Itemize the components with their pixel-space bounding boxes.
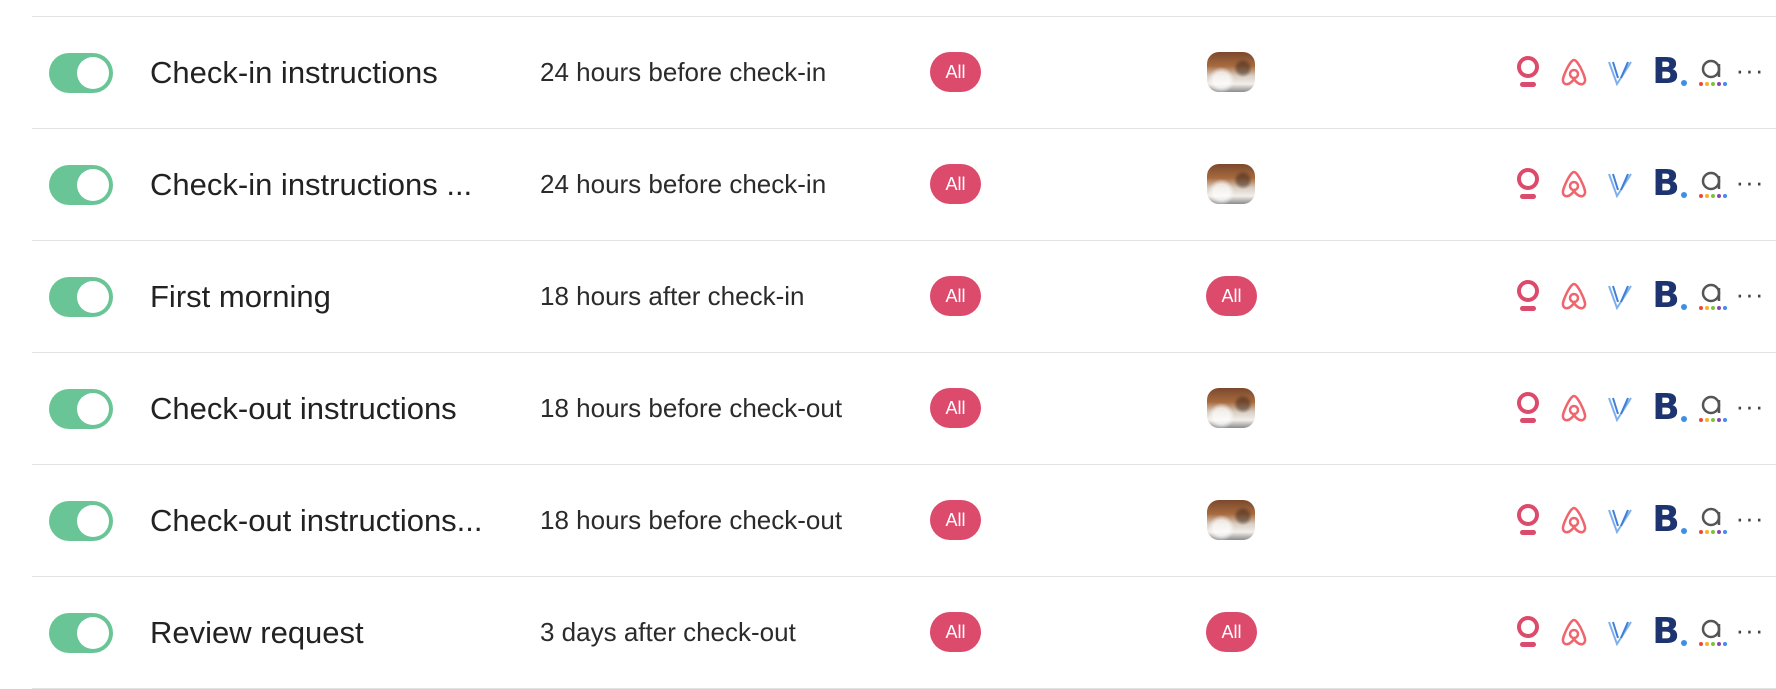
message-title[interactable]: Check-in instructions xyxy=(150,17,510,128)
direct-booking-icon xyxy=(1512,166,1544,202)
audience-badge[interactable]: All xyxy=(930,276,981,316)
table-row: Check-out instructions 18 hours before c… xyxy=(32,353,1776,465)
enable-toggle[interactable] xyxy=(49,501,113,541)
toggle-knob xyxy=(77,505,109,537)
audience-badge[interactable]: All xyxy=(930,612,981,652)
agoda-icon xyxy=(1696,390,1728,426)
table-row: Check-in instructions 24 hours before ch… xyxy=(32,17,1776,129)
booking-com-icon: B xyxy=(1650,278,1687,314)
channel-icons: B xyxy=(1512,498,1728,542)
message-title[interactable]: First morning xyxy=(150,241,510,352)
agoda-icon xyxy=(1696,614,1728,650)
message-title[interactable]: Review request xyxy=(150,577,510,688)
toggle-knob xyxy=(77,281,109,313)
vrbo-icon xyxy=(1604,502,1636,538)
message-timing: 24 hours before check-in xyxy=(540,169,827,199)
vrbo-icon xyxy=(1604,614,1636,650)
agoda-icon xyxy=(1696,502,1728,538)
message-timing: 3 days after check-out xyxy=(540,617,796,647)
table-row: First morning 18 hours after check-in Al… xyxy=(32,241,1776,353)
more-options-button[interactable]: ··· xyxy=(1732,274,1768,318)
vrbo-icon xyxy=(1604,54,1636,90)
more-options-button[interactable]: ··· xyxy=(1732,498,1768,542)
booking-com-icon: B xyxy=(1650,54,1687,90)
listing-thumbnail[interactable] xyxy=(1207,388,1255,428)
airbnb-icon xyxy=(1558,390,1590,426)
listing-badge[interactable]: All xyxy=(1206,612,1257,652)
toggle-knob xyxy=(77,57,109,89)
message-timing: 18 hours after check-in xyxy=(540,281,805,311)
airbnb-icon xyxy=(1558,278,1590,314)
more-options-button[interactable]: ··· xyxy=(1732,50,1768,94)
table-row: Review request 3 days after check-out Al… xyxy=(32,577,1776,689)
table-row: Check-in instructions ... 24 hours befor… xyxy=(32,129,1776,241)
more-options-button[interactable]: ··· xyxy=(1732,610,1768,654)
airbnb-icon xyxy=(1558,54,1590,90)
booking-com-icon: B xyxy=(1650,502,1687,538)
message-title[interactable]: Check-out instructions... xyxy=(150,465,510,576)
table-row: Check-out instructions... 18 hours befor… xyxy=(32,465,1776,577)
vrbo-icon xyxy=(1604,390,1636,426)
listing-thumbnail[interactable] xyxy=(1207,500,1255,540)
toggle-knob xyxy=(77,393,109,425)
audience-badge[interactable]: All xyxy=(930,164,981,204)
message-title[interactable]: Check-in instructions ... xyxy=(150,129,510,240)
channel-icons: B xyxy=(1512,274,1728,318)
listing-badge[interactable]: All xyxy=(1206,276,1257,316)
vrbo-icon xyxy=(1604,278,1636,314)
more-options-button[interactable]: ··· xyxy=(1732,162,1768,206)
enable-toggle[interactable] xyxy=(49,613,113,653)
channel-icons: B xyxy=(1512,162,1728,206)
booking-com-icon: B xyxy=(1650,614,1687,650)
enable-toggle[interactable] xyxy=(49,277,113,317)
audience-badge[interactable]: All xyxy=(930,500,981,540)
direct-booking-icon xyxy=(1512,54,1544,90)
audience-badge[interactable]: All xyxy=(930,52,981,92)
booking-com-icon: B xyxy=(1650,390,1687,426)
channel-icons: B xyxy=(1512,50,1728,94)
agoda-icon xyxy=(1696,54,1728,90)
toggle-knob xyxy=(77,617,109,649)
direct-booking-icon xyxy=(1512,614,1544,650)
toggle-knob xyxy=(77,169,109,201)
message-timing: 24 hours before check-in xyxy=(540,57,827,87)
enable-toggle[interactable] xyxy=(49,389,113,429)
listing-thumbnail[interactable] xyxy=(1207,52,1255,92)
direct-booking-icon xyxy=(1512,390,1544,426)
enable-toggle[interactable] xyxy=(49,165,113,205)
audience-badge[interactable]: All xyxy=(930,388,981,428)
agoda-icon xyxy=(1696,278,1728,314)
booking-com-icon: B xyxy=(1650,166,1687,202)
vrbo-icon xyxy=(1604,166,1636,202)
airbnb-icon xyxy=(1558,614,1590,650)
enable-toggle[interactable] xyxy=(49,53,113,93)
agoda-icon xyxy=(1696,166,1728,202)
more-options-button[interactable]: ··· xyxy=(1732,386,1768,430)
messages-table: Check-in instructions 24 hours before ch… xyxy=(32,16,1776,689)
message-timing: 18 hours before check-out xyxy=(540,393,843,423)
listing-thumbnail[interactable] xyxy=(1207,164,1255,204)
airbnb-icon xyxy=(1558,166,1590,202)
channel-icons: B xyxy=(1512,386,1728,430)
channel-icons: B xyxy=(1512,610,1728,654)
message-timing: 18 hours before check-out xyxy=(540,505,843,535)
message-title[interactable]: Check-out instructions xyxy=(150,353,510,464)
airbnb-icon xyxy=(1558,502,1590,538)
direct-booking-icon xyxy=(1512,502,1544,538)
direct-booking-icon xyxy=(1512,278,1544,314)
